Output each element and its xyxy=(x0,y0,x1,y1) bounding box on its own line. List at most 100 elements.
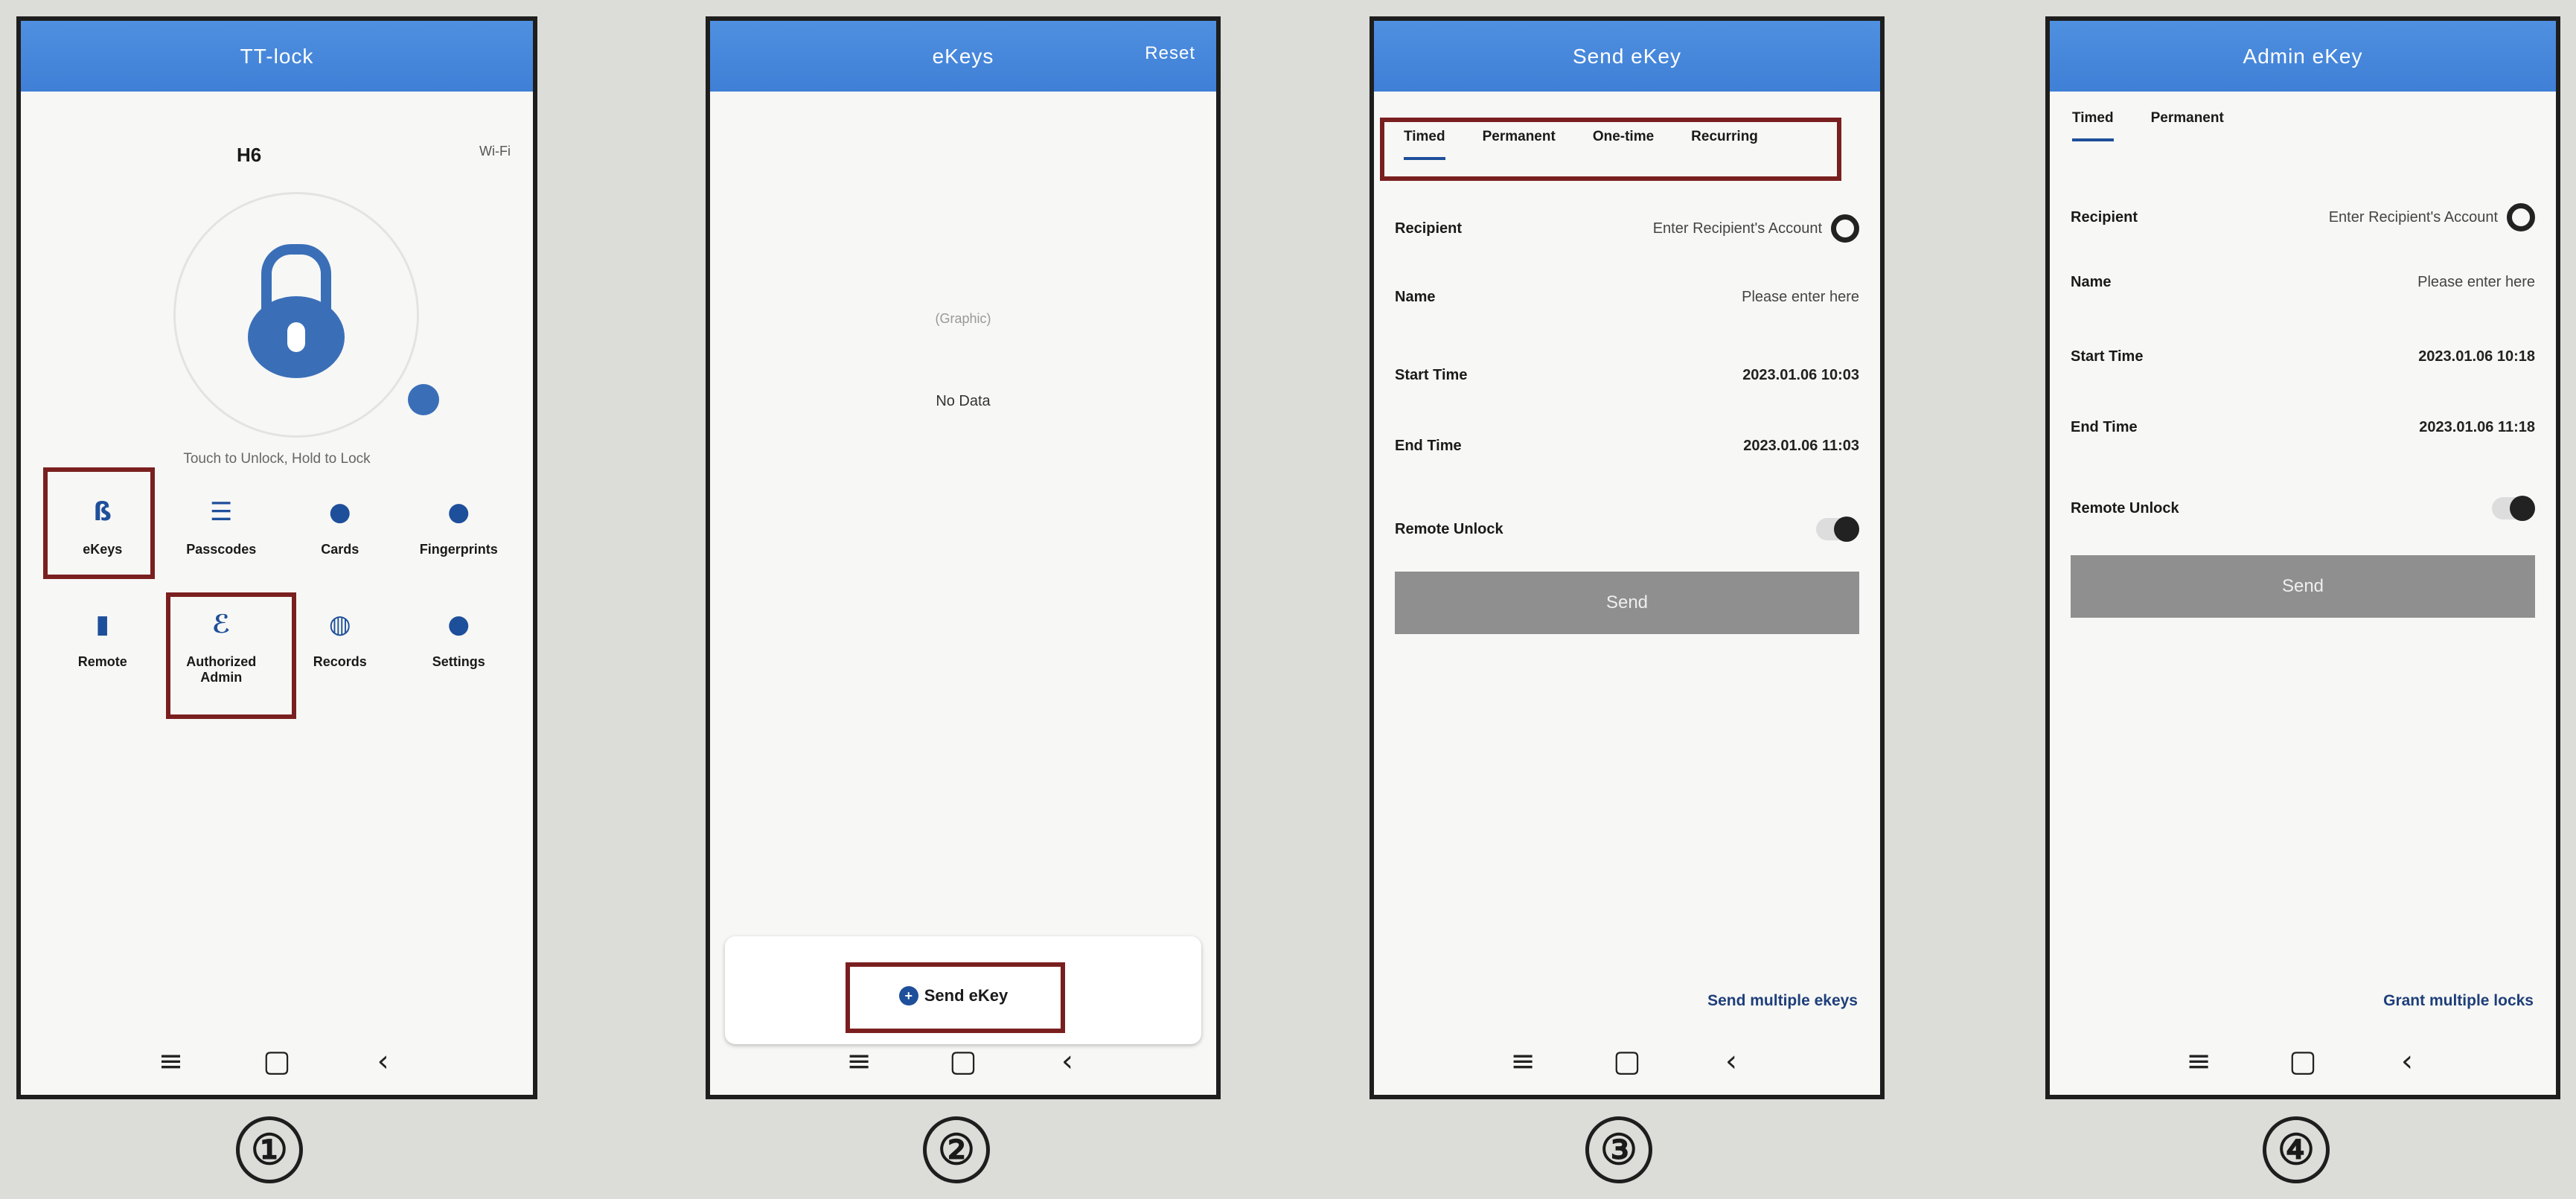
add-contact-icon[interactable] xyxy=(1831,214,1859,243)
end-time-value[interactable]: 2023.01.06 11:03 xyxy=(1743,438,1859,455)
remote-icon: ▮ xyxy=(95,610,110,639)
start-time-value[interactable]: 2023.01.06 10:18 xyxy=(2418,348,2535,365)
step-label-3: ③ xyxy=(1585,1116,1652,1183)
step-label-1: ① xyxy=(236,1116,303,1183)
end-time-row[interactable]: End Time 2023.01.06 11:18 xyxy=(2071,419,2535,436)
start-time-label: Start Time xyxy=(2071,348,2144,365)
screen-lock-home: TT-lock H6 Wi-Fi Touch to Unlock, Hold t… xyxy=(16,16,537,1099)
empty-graphic: (Graphic) xyxy=(935,311,991,326)
start-time-label: Start Time xyxy=(1395,367,1468,383)
remote-unlock-toggle[interactable] xyxy=(1816,517,1859,542)
back-icon[interactable]: ‹ xyxy=(361,1044,406,1078)
grid-item-label: Records xyxy=(313,654,367,669)
topbar: Admin eKey xyxy=(2050,21,2556,92)
remote-unlock-label: Remote Unlock xyxy=(1395,520,1503,537)
topbar: TT-lock xyxy=(21,21,533,92)
end-time-label: End Time xyxy=(1395,438,1462,454)
name-row[interactable]: Name Please enter here xyxy=(2071,274,2535,291)
topbar: eKeys Reset xyxy=(710,21,1216,92)
highlight-tabs xyxy=(1380,118,1841,181)
step-label-2: ② xyxy=(923,1116,990,1183)
card-icon: ● xyxy=(328,497,351,527)
highlight-ekeys xyxy=(43,467,155,579)
grid-item-remote[interactable]: ▮ Remote xyxy=(43,610,162,685)
reset-button[interactable]: Reset xyxy=(1145,43,1195,64)
remote-unlock-label: Remote Unlock xyxy=(2071,499,2179,517)
start-time-row[interactable]: Start Time 2023.01.06 10:03 xyxy=(1395,367,1859,384)
remote-unlock-row: Remote Unlock xyxy=(1395,517,1859,542)
name-input[interactable]: Please enter here xyxy=(2417,274,2535,291)
menu-icon[interactable]: ≡ xyxy=(2176,1044,2221,1078)
remote-unlock-toggle[interactable] xyxy=(2492,496,2535,521)
grant-multiple-locks-link[interactable]: Grant multiple locks xyxy=(2383,992,2534,1010)
grid-item-settings[interactable]: ● Settings xyxy=(400,610,519,685)
system-navbar: ≡ ▢ ‹ xyxy=(710,1028,1216,1095)
back-icon[interactable]: ‹ xyxy=(2385,1044,2429,1078)
name-row[interactable]: Name Please enter here xyxy=(1395,289,1859,306)
system-navbar: ≡ ▢ ‹ xyxy=(21,1028,533,1095)
recipient-input[interactable]: Enter Recipient's Account xyxy=(2329,209,2498,226)
passcode-icon: ☰ xyxy=(210,497,233,527)
grid-item-label: Settings xyxy=(432,654,485,669)
send-button[interactable]: Send xyxy=(2071,555,2535,618)
add-contact-icon[interactable] xyxy=(2507,203,2535,231)
name-input[interactable]: Please enter here xyxy=(1742,289,1859,306)
highlight-send-ekey xyxy=(846,962,1065,1033)
home-icon[interactable]: ▢ xyxy=(941,1044,985,1078)
grid-item-label: Cards xyxy=(321,542,359,557)
topbar-title: eKeys xyxy=(932,44,994,68)
no-data-label: No Data xyxy=(936,393,991,409)
remote-unlock-row: Remote Unlock xyxy=(2071,496,2535,521)
topbar-title: Admin eKey xyxy=(2243,44,2363,68)
step-label-4: ④ xyxy=(2263,1116,2330,1183)
system-navbar: ≡ ▢ ‹ xyxy=(2050,1028,2556,1095)
unlock-button[interactable] xyxy=(173,192,419,438)
start-time-row[interactable]: Start Time 2023.01.06 10:18 xyxy=(2071,348,2535,365)
settings-icon: ● xyxy=(447,610,470,639)
wifi-status: Wi-Fi xyxy=(479,144,511,159)
grid-item-records[interactable]: ◍ Records xyxy=(281,610,400,685)
topbar: Send eKey xyxy=(1374,21,1880,92)
lock-name: H6 xyxy=(237,144,262,166)
grid-item-label: Fingerprints xyxy=(419,542,498,557)
unlock-hint: Touch to Unlock, Hold to Lock xyxy=(183,451,371,467)
back-icon[interactable]: ‹ xyxy=(1709,1044,1754,1078)
home-icon[interactable]: ▢ xyxy=(1605,1044,1649,1078)
end-time-label: End Time xyxy=(2071,419,2138,435)
topbar-title: Send eKey xyxy=(1573,44,1681,68)
home-icon[interactable]: ▢ xyxy=(2281,1044,2325,1078)
home-icon[interactable]: ▢ xyxy=(255,1044,299,1078)
end-time-value[interactable]: 2023.01.06 11:18 xyxy=(2419,419,2535,436)
recipient-label: Recipient xyxy=(2071,208,2138,226)
system-navbar: ≡ ▢ ‹ xyxy=(1374,1028,1880,1095)
screen-admin-ekey: Admin eKey Timed Permanent Recipient Ent… xyxy=(2045,16,2560,1099)
menu-icon[interactable]: ≡ xyxy=(148,1044,193,1078)
recipient-row[interactable]: Recipient Enter Recipient's Account xyxy=(2071,203,2535,231)
grid-item-passcodes[interactable]: ☰ Passcodes xyxy=(162,497,281,557)
tab-timed[interactable]: Timed xyxy=(2072,110,2114,141)
fingerprint-icon: ● xyxy=(447,497,470,527)
back-icon[interactable]: ‹ xyxy=(1045,1044,1090,1078)
start-time-value[interactable]: 2023.01.06 10:03 xyxy=(1742,367,1859,384)
screen-ekeys: eKeys Reset (Graphic) No Data + Send eKe… xyxy=(706,16,1221,1099)
highlight-authorized-admin xyxy=(166,592,296,719)
send-button[interactable]: Send xyxy=(1395,572,1859,634)
recipient-row[interactable]: Recipient Enter Recipient's Account xyxy=(1395,214,1859,243)
menu-icon[interactable]: ≡ xyxy=(837,1044,881,1078)
name-label: Name xyxy=(2071,274,2112,290)
name-label: Name xyxy=(1395,289,1436,305)
recipient-label: Recipient xyxy=(1395,220,1463,237)
grid-item-label: Remote xyxy=(77,654,127,669)
globe-icon[interactable] xyxy=(408,384,439,415)
menu-icon[interactable]: ≡ xyxy=(1500,1044,1545,1078)
recipient-input[interactable]: Enter Recipient's Account xyxy=(1653,220,1822,237)
records-icon: ◍ xyxy=(328,610,351,639)
grid-item-cards[interactable]: ● Cards xyxy=(281,497,400,557)
tab-permanent[interactable]: Permanent xyxy=(2151,110,2224,141)
lock-icon xyxy=(248,244,345,378)
topbar-title: TT-lock xyxy=(240,44,314,68)
grid-item-fingerprints[interactable]: ● Fingerprints xyxy=(400,497,519,557)
send-multiple-ekeys-link[interactable]: Send multiple ekeys xyxy=(1707,992,1858,1010)
screen-send-ekey: Send eKey Timed Permanent One-time Recur… xyxy=(1370,16,1885,1099)
end-time-row[interactable]: End Time 2023.01.06 11:03 xyxy=(1395,438,1859,455)
